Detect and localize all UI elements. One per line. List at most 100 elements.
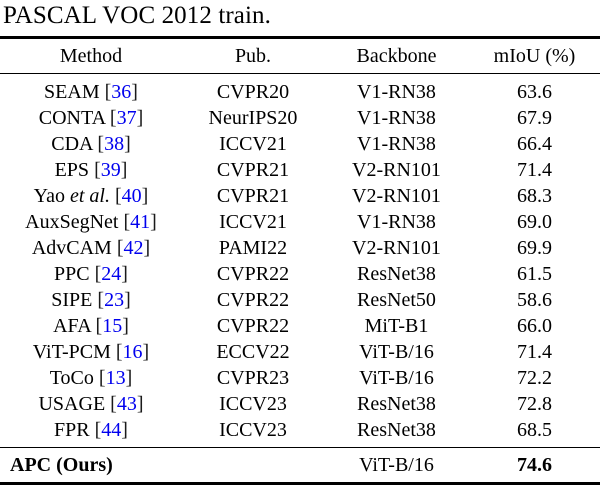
cell-backbone: ResNet50 (357, 289, 436, 311)
citation-bracket-close: ] (136, 107, 144, 129)
citation-link[interactable]: 43 (117, 393, 137, 415)
results-table: Method Pub. Backbone mIoU (%) (0, 39, 600, 73)
table-bottomrule (0, 482, 600, 485)
citation-bracket-open: [ (116, 237, 124, 259)
citation-bracket-open: [ (98, 367, 106, 389)
cell-method: SEAM [36] (0, 74, 182, 105)
cell-backbone: ResNet38 (357, 263, 436, 285)
citation-bracket-close: ] (120, 159, 128, 181)
cell-method: CONTA [37] (0, 105, 182, 131)
table-header: Method Pub. Backbone mIoU (%) (0, 39, 600, 73)
method-name: AuxSegNet (25, 211, 119, 233)
citation-link[interactable]: 40 (122, 185, 142, 207)
cell-backbone: V1-RN38 (357, 211, 436, 233)
cell-miou: 63.6 (517, 81, 552, 103)
cell-method: EPS [39] (0, 157, 182, 183)
cell-method: FPR [44] (0, 417, 182, 447)
cell-pub: CVPR22 (216, 289, 290, 311)
citation-bracket-close: ] (124, 133, 131, 155)
table-row-ours: APC (Ours) ViT-B/16 74.6 (0, 448, 600, 482)
citation-link[interactable]: 13 (106, 367, 126, 389)
cell-backbone: V1-RN38 (357, 133, 436, 155)
citation-link[interactable]: 16 (123, 341, 143, 363)
cell-method: PPC [24] (0, 261, 182, 287)
cell-pub: ICCV23 (219, 419, 287, 441)
citation-bracket-close: ] (124, 289, 131, 311)
citation-bracket-close: ] (143, 237, 151, 259)
cell-backbone: V2-RN101 (352, 237, 441, 259)
ours-miou: 74.6 (517, 454, 552, 476)
table-row: SIPE [23] CVPR22 ResNet50 58.6 (0, 287, 600, 313)
table-row: Yao et al. [40] CVPR21 V2-RN101 68.3 (0, 183, 600, 209)
cell-method: AFA [15] (0, 313, 182, 339)
ours-backbone: ViT-B/16 (359, 454, 434, 476)
table-figure: PASCAL VOC 2012 train. Method Pub. Backb… (0, 0, 600, 504)
method-name: CDA (51, 133, 93, 155)
cell-backbone: ResNet38 (357, 393, 436, 415)
citation-bracket-close: ] (122, 315, 129, 337)
table-row: AdvCAM [42] PAMI22 V2-RN101 69.9 (0, 235, 600, 261)
cell-pub: CVPR22 (216, 315, 290, 337)
table-row: AuxSegNet [41] ICCV21 V1-RN38 69.0 (0, 209, 600, 235)
method-name: USAGE (38, 393, 106, 415)
table-body: SEAM [36] CVPR20 V1-RN38 63.6 CONTA [37] Neur… (0, 74, 600, 447)
method-name: SIPE (51, 289, 93, 311)
cell-miou: 69.0 (517, 211, 552, 233)
table-row: CDA [38] ICCV21 V1-RN38 66.4 (0, 131, 600, 157)
cell-method: USAGE [43] (0, 391, 182, 417)
cell-backbone: V1-RN38 (357, 81, 436, 103)
method-name: ViT-PCM (32, 341, 111, 363)
results-table-container: Method Pub. Backbone mIoU (%) SEAM [36] C… (0, 36, 600, 485)
method-etal: et al. (69, 185, 110, 207)
cell-miou: 69.9 (517, 237, 552, 259)
cell-miou: 67.9 (517, 107, 552, 129)
cell-miou: 61.5 (517, 263, 552, 285)
citation-bracket-open: [ (109, 107, 117, 129)
cell-method: ViT-PCM [16] (0, 339, 182, 365)
cell-miou: 72.2 (517, 367, 552, 389)
cell-miou: 72.8 (517, 393, 552, 415)
cell-method: AuxSegNet [41] (0, 209, 182, 235)
cell-backbone: V2-RN101 (352, 185, 441, 207)
cell-miou: 58.6 (517, 289, 552, 311)
table-row: PPC [24] CVPR22 ResNet38 61.5 (0, 261, 600, 287)
citation-bracket-close: ] (142, 341, 150, 363)
ours-method: APC (Ours) (10, 454, 113, 476)
cell-pub: CVPR21 (216, 159, 290, 181)
table-row: ToCo [13] CVPR23 ViT-B/16 72.2 (0, 365, 600, 391)
citation-bracket-close: ] (121, 419, 128, 441)
citation-link[interactable]: 36 (111, 81, 131, 103)
citation-link[interactable]: 24 (101, 263, 121, 285)
results-table-body: SEAM [36] CVPR20 V1-RN38 63.6 CONTA [37] Neur… (0, 74, 600, 447)
citation-bracket-close: ] (150, 211, 157, 233)
cell-pub: CVPR21 (216, 185, 290, 207)
cell-backbone: ViT-B/16 (359, 367, 434, 389)
table-header-row: Method Pub. Backbone mIoU (%) (0, 39, 600, 73)
citation-bracket-close: ] (125, 367, 133, 389)
cell-miou: 68.3 (517, 185, 552, 207)
citation-bracket-close: ] (141, 185, 149, 207)
cell-miou: 66.0 (517, 315, 552, 337)
column-header-method: Method (59, 44, 123, 67)
cell-backbone: ResNet38 (357, 419, 436, 441)
method-name: AdvCAM (31, 237, 112, 259)
citation-link[interactable]: 37 (117, 107, 137, 129)
citation-link[interactable]: 15 (102, 315, 122, 337)
citation-link[interactable]: 23 (104, 289, 124, 311)
table-row: FPR [44] ICCV23 ResNet38 68.5 (0, 417, 600, 447)
citation-link[interactable]: 38 (104, 133, 124, 155)
citation-link[interactable]: 41 (130, 211, 150, 233)
cell-backbone: ViT-B/16 (359, 341, 434, 363)
cell-pub: CVPR22 (216, 263, 290, 285)
results-table-ours: APC (Ours) ViT-B/16 74.6 (0, 448, 600, 482)
method-name: FPR (54, 419, 90, 441)
citation-link[interactable]: 44 (101, 419, 121, 441)
citation-link[interactable]: 42 (124, 237, 144, 259)
cell-pub: CVPR23 (216, 367, 290, 389)
cell-backbone: MiT-B1 (364, 315, 429, 337)
table-row: SEAM [36] CVPR20 V1-RN38 63.6 (0, 74, 600, 105)
method-name: SEAM (44, 81, 100, 103)
citation-link[interactable]: 39 (101, 159, 121, 181)
cell-backbone: V2-RN101 (352, 159, 441, 181)
cell-method: Yao et al. [40] (0, 183, 182, 209)
